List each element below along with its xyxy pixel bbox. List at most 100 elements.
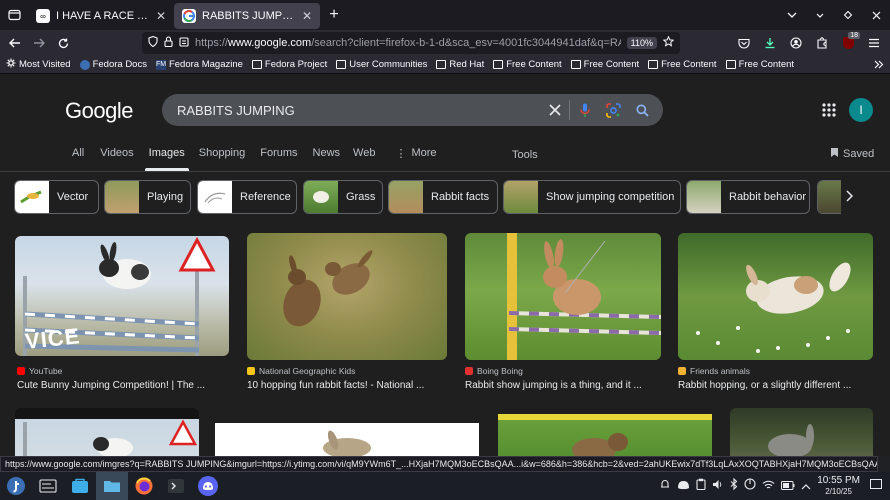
result-title[interactable]: Rabbit show jumping is a thing, and it .… — [465, 380, 661, 391]
google-lens-icon[interactable] — [599, 102, 628, 118]
discord-tray-icon[interactable] — [677, 477, 690, 495]
result-source-label: Friends animals — [690, 366, 750, 376]
tab-forums[interactable]: Forums — [254, 147, 303, 165]
maximize-icon[interactable] — [834, 0, 862, 30]
chip-grass[interactable]: Grass — [303, 180, 383, 214]
network-icon[interactable] — [744, 477, 756, 495]
tab-more[interactable]: ⋮ More — [389, 147, 442, 165]
start-menu-icon[interactable] — [0, 472, 32, 500]
result-source[interactable]: National Geographic Kids — [247, 366, 355, 376]
file-manager-icon[interactable] — [96, 472, 128, 500]
bookmark-most-visited[interactable]: Most Visited — [6, 58, 71, 71]
bookmarks-overflow-chevron-icon[interactable] — [874, 60, 884, 69]
bookmark-free-content-1[interactable]: Free Content — [493, 59, 562, 70]
back-arrow-icon[interactable] — [3, 31, 27, 55]
clock[interactable]: 10:55 PM 2/10/25 — [817, 475, 860, 497]
ublock-extension-icon[interactable]: 18 — [836, 31, 860, 55]
address-bar[interactable]: https://www.google.com/search?client=fir… — [142, 32, 680, 54]
tab-web[interactable]: Web — [347, 147, 381, 165]
result-title[interactable]: 10 hopping fun rabbit facts! - National … — [247, 380, 447, 391]
tools-button[interactable]: Tools — [512, 149, 538, 161]
clear-icon[interactable] — [540, 104, 569, 116]
extensions-puzzle-icon[interactable] — [810, 31, 834, 55]
search-box[interactable]: RABBITS JUMPING — [162, 94, 663, 126]
account-icon[interactable] — [784, 31, 808, 55]
chip-rabbit-facts[interactable]: Rabbit facts — [388, 180, 498, 214]
tab-videos[interactable]: Videos — [94, 147, 139, 165]
bluetooth-icon[interactable] — [730, 477, 738, 495]
google-apps-icon[interactable] — [822, 103, 836, 122]
terminal-icon[interactable] — [160, 472, 192, 500]
chip-reference[interactable]: Reference — [197, 180, 297, 214]
pocket-icon[interactable] — [732, 31, 756, 55]
tab-shopping[interactable]: Shopping — [193, 147, 252, 165]
chip-show-jumping-competition[interactable]: Show jumping competition — [503, 180, 681, 214]
bookmark-star-icon[interactable] — [662, 35, 675, 50]
bookmark-label: Fedora Docs — [92, 59, 147, 70]
close-icon[interactable]: ✕ — [156, 9, 166, 23]
result-source[interactable]: YouTube — [17, 366, 62, 376]
chip-label: Rabbit facts — [431, 191, 490, 203]
url-prefix: https:// — [195, 37, 229, 49]
chevron-right-icon[interactable] — [845, 189, 854, 205]
bookmark-red-hat[interactable]: Red Hat — [436, 59, 484, 70]
chip-vector[interactable]: Vector — [14, 180, 99, 214]
hamburger-menu-icon[interactable] — [862, 31, 886, 55]
pager-icon[interactable] — [32, 472, 64, 500]
chip-partial[interactable] — [817, 180, 841, 214]
result-image[interactable] — [678, 233, 873, 360]
close-icon[interactable]: ✕ — [302, 9, 312, 23]
result-source[interactable]: Friends animals — [678, 366, 750, 376]
tray-expand-chevron-icon[interactable] — [801, 477, 811, 495]
search-icon[interactable] — [628, 104, 657, 117]
shield-icon[interactable] — [148, 35, 158, 50]
discord-icon[interactable] — [192, 472, 224, 500]
window-close-icon[interactable] — [862, 0, 890, 30]
bookmark-label: Free Content — [583, 59, 640, 70]
wifi-icon[interactable] — [762, 477, 775, 495]
result-image[interactable] — [465, 233, 661, 360]
battery-icon[interactable] — [781, 477, 795, 495]
result-image[interactable] — [247, 233, 447, 360]
bookmark-fedora-project[interactable]: Fedora Project — [251, 59, 327, 70]
audio-volume-icon[interactable] — [712, 477, 724, 495]
lock-icon[interactable] — [164, 36, 173, 50]
chip-rabbit-behavior[interactable]: Rabbit behavior — [686, 180, 810, 214]
bookmark-fedora-magazine[interactable]: FM Fedora Magazine — [155, 59, 243, 70]
reload-icon[interactable] — [51, 31, 75, 55]
search-input[interactable]: RABBITS JUMPING — [177, 103, 540, 118]
firefox-icon[interactable] — [128, 472, 160, 500]
clipboard-icon[interactable] — [696, 477, 706, 495]
minimize-icon[interactable] — [806, 0, 834, 30]
bookmark-fedora-docs[interactable]: Fedora Docs — [79, 59, 147, 70]
chip-label: Show jumping competition — [546, 191, 675, 203]
zoom-level-badge[interactable]: 110% — [626, 37, 657, 49]
tab-rabbits-jumping[interactable]: RABBITS JUMPING - Google ✕ — [174, 3, 320, 29]
result-source[interactable]: Boing Boing — [465, 366, 523, 376]
tab-all[interactable]: All — [66, 147, 90, 165]
bookmark-free-content-3[interactable]: Free Content — [648, 59, 717, 70]
bookmark-user-communities[interactable]: User Communities — [336, 59, 427, 70]
firefox-view-icon[interactable] — [0, 0, 28, 30]
saved-button[interactable]: Saved — [830, 147, 874, 161]
notifications-bell-icon[interactable] — [659, 477, 671, 495]
bookmark-free-content-4[interactable]: Free Content — [725, 59, 794, 70]
tab-list-chevron-icon[interactable] — [778, 0, 806, 30]
result-title[interactable]: Rabbit hopping, or a slightly different … — [678, 380, 873, 391]
tab-news[interactable]: News — [307, 147, 347, 165]
discover-store-icon[interactable] — [64, 472, 96, 500]
google-logo[interactable]: Google — [65, 98, 133, 124]
result-title[interactable]: Cute Bunny Jumping Competition! | The ..… — [17, 380, 231, 391]
microphone-icon[interactable] — [570, 103, 599, 118]
tab-images[interactable]: Images — [143, 147, 191, 171]
permissions-icon[interactable] — [179, 36, 189, 50]
bookmark-free-content-2[interactable]: Free Content — [570, 59, 640, 70]
downloads-icon[interactable] — [758, 31, 782, 55]
chip-playing[interactable]: Playing — [104, 180, 191, 214]
result-image[interactable]: VICE — [15, 236, 229, 356]
avatar[interactable]: I — [849, 98, 873, 122]
tab-race-video[interactable]: ∞ I HAVE A RACE TO SAVE | L ✕ — [28, 3, 174, 29]
forward-arrow-icon[interactable] — [27, 31, 51, 55]
new-tab-icon[interactable]: + — [320, 0, 348, 30]
show-desktop-icon[interactable] — [870, 477, 882, 495]
